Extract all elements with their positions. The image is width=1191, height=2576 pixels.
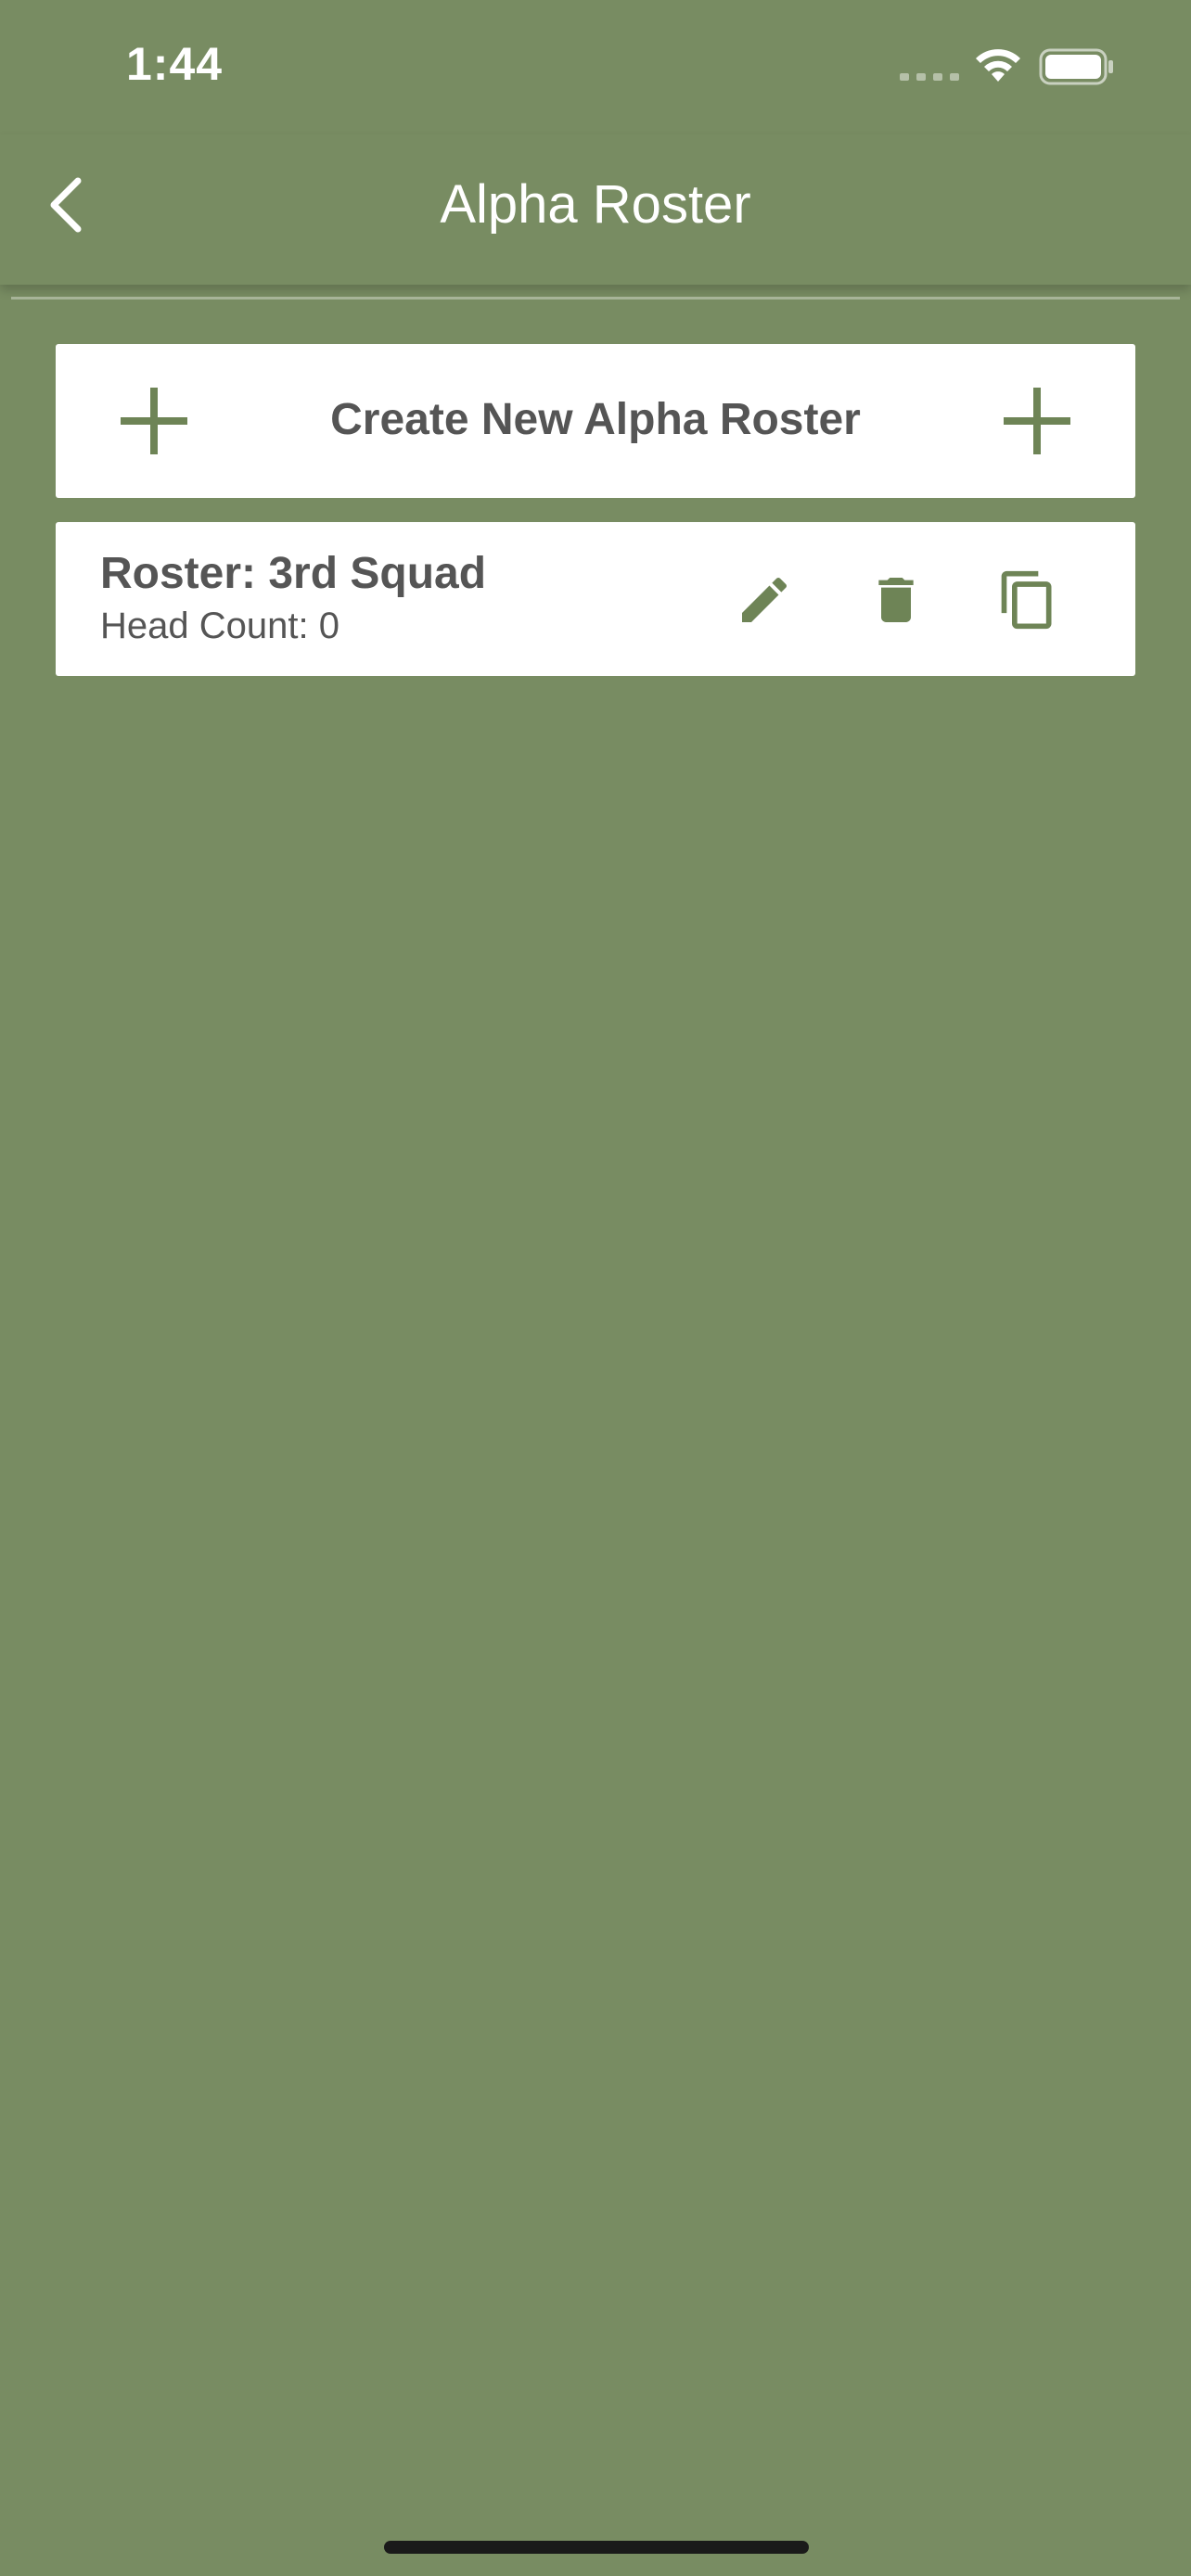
copy-roster-button[interactable] <box>992 565 1063 635</box>
cellular-signal-icon <box>900 73 959 81</box>
roster-list-container: Create New Alpha Roster Roster: 3rd Squa… <box>11 297 1180 2568</box>
navigation-bar: Alpha Roster <box>0 134 1191 285</box>
status-time: 1:44 <box>126 38 224 90</box>
roster-name: Roster: 3rd Squad <box>100 549 487 598</box>
home-indicator[interactable] <box>384 2541 809 2554</box>
roster-list-item[interactable]: Roster: 3rd Squad Head Count: 0 <box>56 522 1135 676</box>
delete-roster-button[interactable] <box>861 565 931 635</box>
status-bar: 1:44 <box>0 0 1191 134</box>
plus-icon <box>1004 388 1070 454</box>
screen: 1:44 Alpha Roster Create New Alpha Roste… <box>0 0 1191 2576</box>
roster-head-count: Head Count: 0 <box>100 606 339 646</box>
trash-icon <box>878 578 914 622</box>
create-roster-label: Create New Alpha Roster <box>330 395 861 444</box>
page-title: Alpha Roster <box>440 174 751 235</box>
wifi-icon <box>976 49 1020 82</box>
pencil-icon <box>742 577 788 622</box>
edit-roster-button[interactable] <box>729 565 800 635</box>
create-roster-button[interactable]: Create New Alpha Roster <box>56 344 1135 498</box>
copy-icon <box>1001 570 1052 630</box>
battery-icon <box>1039 48 1113 85</box>
